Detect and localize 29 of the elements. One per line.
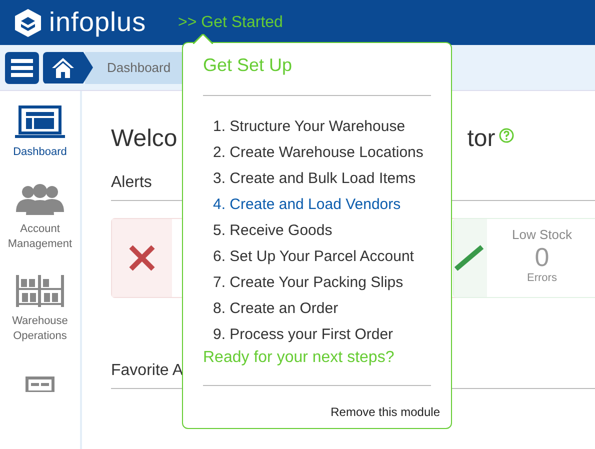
logo-icon <box>13 8 43 38</box>
menu-icon <box>11 58 33 78</box>
remove-module-link[interactable]: Remove this module <box>203 405 440 419</box>
logo-text: infoplus <box>49 7 146 38</box>
step-link[interactable]: 7. Create Your Packing Slips <box>213 270 431 296</box>
laptop-icon <box>14 105 66 139</box>
stat-value: 0 <box>534 242 550 272</box>
check-icon <box>454 245 484 271</box>
sidebar-item[interactable]: Dashboard <box>2 145 78 160</box>
step-link[interactable]: 9. Process your First Order <box>213 322 431 348</box>
cross-icon <box>128 244 156 272</box>
sidebar-item[interactable]: Account Management <box>2 222 78 252</box>
step-link[interactable]: 5. Receive Goods <box>213 218 431 244</box>
step-link[interactable]: 6. Set Up Your Parcel Account <box>213 244 431 270</box>
page-title: tor <box>467 125 496 153</box>
sidebar-item[interactable]: Warehouse Operations <box>2 314 78 344</box>
step-link[interactable]: 1. Structure Your Warehouse <box>213 114 431 140</box>
shelves-icon <box>14 274 66 308</box>
page-title: Welco <box>111 125 178 153</box>
help-icon <box>499 128 514 142</box>
step-link[interactable]: 2. Create Warehouse Locations <box>213 140 431 166</box>
menu-button[interactable] <box>5 52 39 84</box>
home-icon <box>51 56 75 78</box>
stat-title: Low Stock <box>512 227 572 242</box>
people-icon <box>14 182 66 216</box>
home-button[interactable] <box>43 52 93 84</box>
get-started-link[interactable]: >> Get Started <box>178 14 283 32</box>
stat-caption: Errors <box>527 272 557 284</box>
step-link[interactable]: 8. Create an Order <box>213 296 431 322</box>
